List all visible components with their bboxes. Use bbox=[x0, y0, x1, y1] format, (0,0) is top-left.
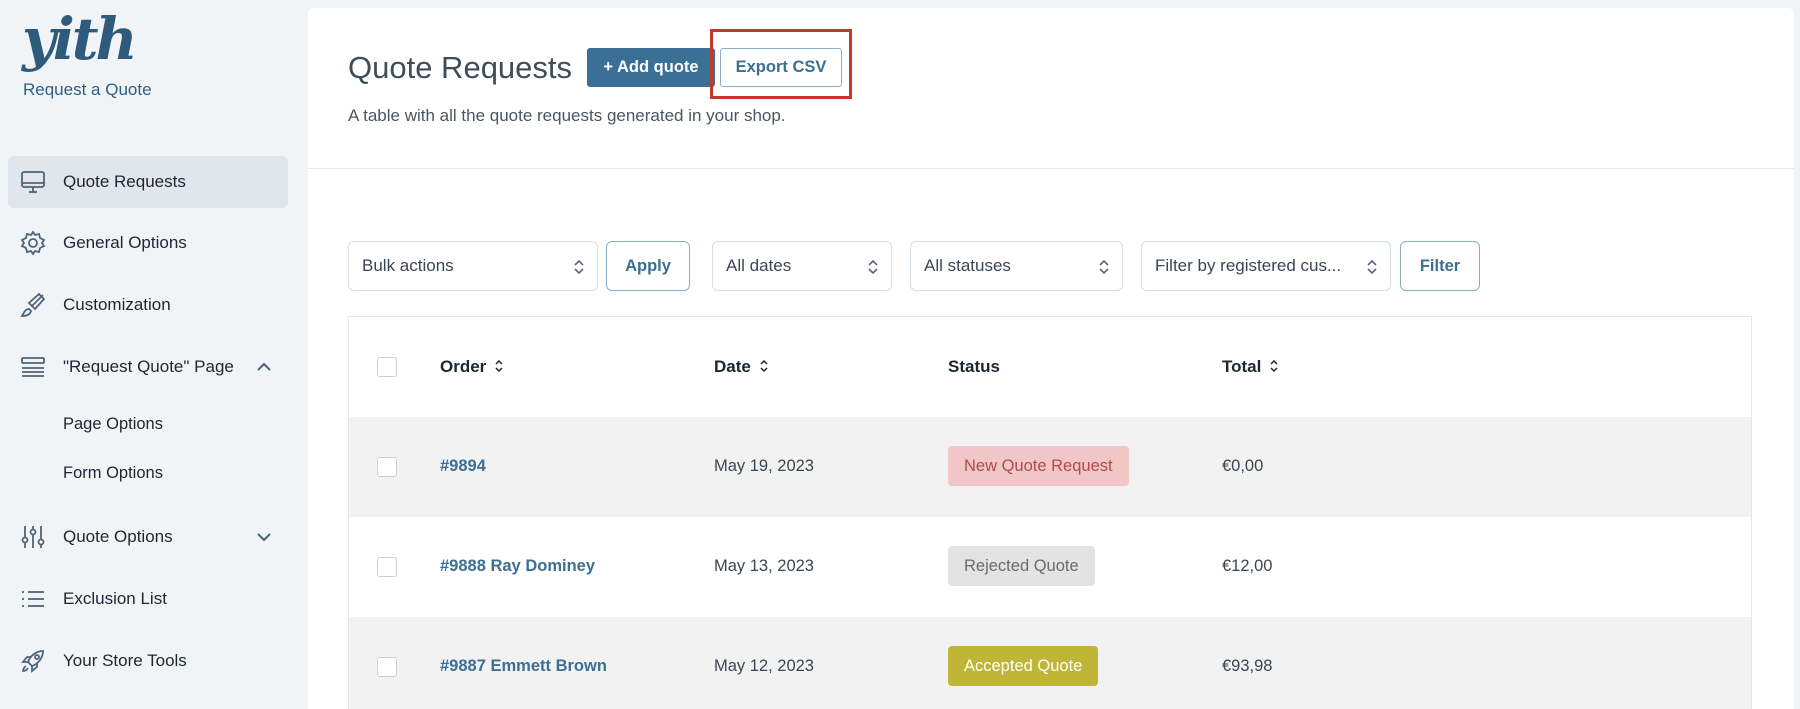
monitor-icon bbox=[18, 167, 48, 197]
sidebar-item-quote-requests[interactable]: Quote Requests bbox=[8, 156, 288, 208]
filter-button[interactable]: Filter bbox=[1400, 241, 1480, 291]
sidebar-subitem-form-options[interactable]: Form Options bbox=[63, 464, 163, 483]
sliders-icon bbox=[18, 522, 48, 552]
sidebar-item-quote-options[interactable]: Quote Options bbox=[8, 511, 288, 563]
sidebar-item-label: Your Store Tools bbox=[63, 651, 187, 670]
sidebar-item-label: Customization bbox=[63, 295, 171, 314]
order-link[interactable]: #9888 Ray Dominey bbox=[440, 557, 595, 576]
column-order[interactable]: Order bbox=[440, 357, 504, 377]
column-label: Total bbox=[1222, 357, 1262, 376]
customer-filter-value: Filter by registered cus... bbox=[1155, 256, 1342, 275]
sidebar: yith Request a Quote Quote Requests Gene… bbox=[0, 0, 306, 709]
plugin-name: Request a Quote bbox=[23, 80, 152, 99]
column-total[interactable]: Total bbox=[1222, 357, 1279, 377]
sidebar-item-label: Quote Options bbox=[63, 527, 173, 546]
sort-icon bbox=[495, 359, 503, 373]
select-all-checkbox[interactable] bbox=[377, 357, 397, 377]
status-badge: Rejected Quote bbox=[948, 546, 1095, 586]
add-quote-button[interactable]: + Add quote bbox=[587, 48, 715, 87]
rocket-icon bbox=[18, 646, 48, 676]
order-link[interactable]: #9887 Emmett Brown bbox=[440, 657, 607, 676]
customer-filter-select[interactable]: Filter by registered cus... bbox=[1141, 241, 1391, 291]
layers-icon bbox=[18, 352, 48, 382]
order-date: May 13, 2023 bbox=[714, 557, 814, 575]
sidebar-item-request-quote-page[interactable]: "Request Quote" Page bbox=[8, 341, 288, 393]
status-badge: New Quote Request bbox=[948, 446, 1129, 486]
chevron-up-icon[interactable] bbox=[254, 357, 274, 377]
statuses-select[interactable]: All statuses bbox=[910, 241, 1123, 291]
header-divider bbox=[308, 168, 1794, 169]
sort-icon bbox=[760, 359, 768, 373]
statuses-value: All statuses bbox=[924, 256, 1011, 275]
sort-updown-icon bbox=[868, 259, 878, 275]
sidebar-item-label: Quote Requests bbox=[63, 172, 186, 191]
sidebar-item-general-options[interactable]: General Options bbox=[8, 217, 288, 269]
column-status: Status bbox=[948, 357, 1000, 377]
dates-value: All dates bbox=[726, 256, 792, 275]
brush-icon bbox=[18, 290, 48, 320]
column-label: Status bbox=[948, 357, 1000, 376]
row-checkbox[interactable] bbox=[377, 557, 397, 577]
status-badge: Accepted Quote bbox=[948, 646, 1099, 686]
order-date: May 19, 2023 bbox=[714, 457, 814, 475]
order-link[interactable]: #9894 bbox=[440, 457, 486, 476]
page-title: Quote Requests bbox=[348, 50, 573, 85]
sort-updown-icon bbox=[1099, 259, 1109, 275]
column-label: Date bbox=[714, 357, 751, 376]
column-date[interactable]: Date bbox=[714, 357, 769, 377]
row-checkbox[interactable] bbox=[377, 657, 397, 677]
list-icon bbox=[18, 584, 48, 614]
sidebar-item-label: General Options bbox=[63, 233, 187, 252]
logo-text: yith bbox=[22, 5, 138, 73]
sidebar-item-exclusion-list[interactable]: Exclusion List bbox=[8, 573, 288, 625]
sidebar-item-your-store-tools[interactable]: Your Store Tools bbox=[8, 635, 288, 687]
table-row: #9888 Ray Dominey May 13, 2023 Rejected … bbox=[349, 517, 1751, 617]
dates-select[interactable]: All dates bbox=[712, 241, 892, 291]
table-row: #9887 Emmett Brown May 12, 2023 Accepted… bbox=[349, 617, 1751, 709]
quotes-table: Order Date Status Total #9894 May 19, 20… bbox=[348, 316, 1752, 709]
bulk-actions-select[interactable]: Bulk actions bbox=[348, 241, 598, 291]
highlight-box bbox=[710, 29, 852, 99]
table-header: Order Date Status Total bbox=[349, 317, 1751, 417]
page-description: A table with all the quote requests gene… bbox=[348, 106, 786, 125]
column-label: Order bbox=[440, 357, 487, 376]
order-total: €0,00 bbox=[1222, 457, 1264, 475]
sidebar-item-label: "Request Quote" Page bbox=[63, 357, 234, 376]
table-row: #9894 May 19, 2023 New Quote Request €0,… bbox=[349, 417, 1751, 517]
sort-updown-icon bbox=[574, 259, 584, 275]
order-total: €12,00 bbox=[1222, 557, 1273, 575]
chevron-down-icon[interactable] bbox=[254, 527, 274, 547]
sort-icon bbox=[1270, 359, 1278, 373]
bulk-actions-value: Bulk actions bbox=[362, 256, 454, 275]
yith-logo[interactable]: yith bbox=[22, 5, 138, 73]
main-panel: Quote Requests + Add quote Export CSV A … bbox=[308, 8, 1794, 709]
order-total: €93,98 bbox=[1222, 657, 1273, 675]
sidebar-item-customization[interactable]: Customization bbox=[8, 279, 288, 331]
sort-updown-icon bbox=[1367, 259, 1377, 275]
sidebar-subitem-page-options[interactable]: Page Options bbox=[63, 415, 163, 434]
sidebar-item-label: Exclusion List bbox=[63, 589, 167, 608]
apply-button[interactable]: Apply bbox=[606, 241, 690, 291]
gear-icon bbox=[18, 228, 48, 258]
order-date: May 12, 2023 bbox=[714, 657, 814, 675]
row-checkbox[interactable] bbox=[377, 457, 397, 477]
